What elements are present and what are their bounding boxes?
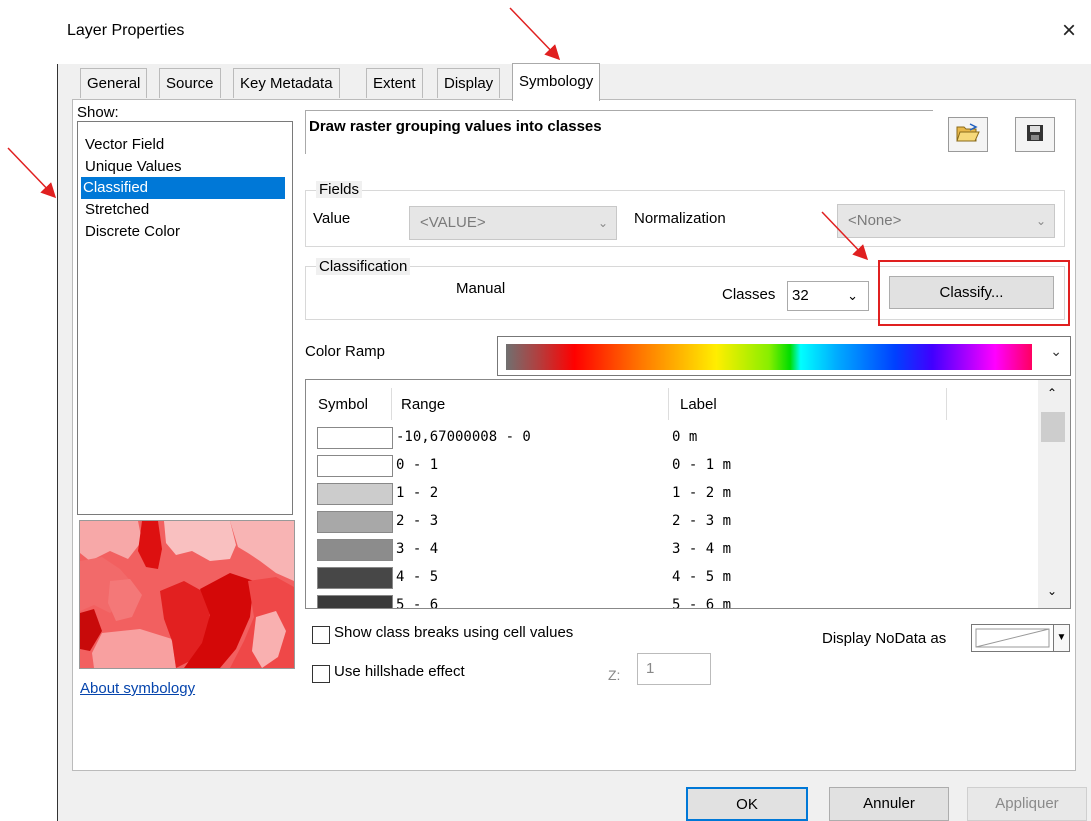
arrow-to-symbology-tab [509, 7, 561, 61]
annotation-arrows [7, 7, 869, 261]
arrow-to-classify-button [821, 211, 869, 261]
tab-symbology[interactable]: Symbology [512, 63, 601, 101]
arrow-to-classified [7, 147, 57, 199]
